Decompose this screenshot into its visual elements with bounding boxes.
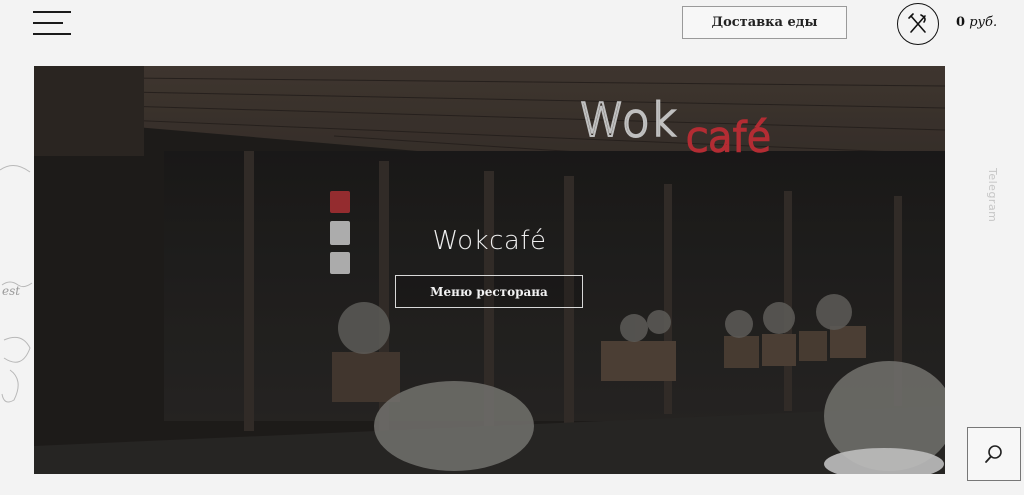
svg-text:est: est: [2, 284, 20, 298]
telegram-link[interactable]: Telegram: [985, 168, 999, 228]
cart-amount-value: 0: [956, 15, 966, 30]
hero-title: Wokcafé: [432, 226, 547, 256]
hamburger-menu-icon[interactable]: [33, 11, 71, 37]
decorative-script-lettering: est: [0, 150, 34, 430]
restaurant-menu-button[interactable]: Меню ресторана: [395, 275, 583, 308]
cart-total: 0 руб.: [956, 15, 997, 30]
cart-currency: руб.: [969, 15, 998, 30]
food-delivery-button[interactable]: Доставка еды: [682, 6, 847, 39]
fork-knife-icon[interactable]: [897, 3, 939, 45]
hero-banner: Wok café Wokcafé Меню ресторана: [34, 66, 945, 474]
search-icon: [985, 445, 1002, 463]
search-button[interactable]: [967, 427, 1021, 481]
